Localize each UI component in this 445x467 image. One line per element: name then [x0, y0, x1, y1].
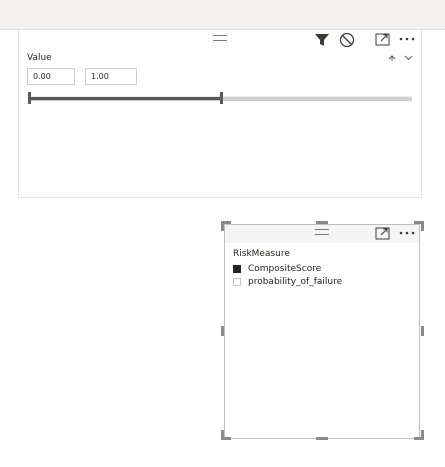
checkbox[interactable]: [233, 278, 241, 286]
focus-mode-icon[interactable]: [375, 227, 390, 240]
risk-measure-slicer[interactable]: RiskMeasure CompositeScore probability_o…: [224, 224, 420, 439]
list-item-label: CompositeScore: [248, 264, 322, 274]
resize-handle-top-left[interactable]: [221, 221, 224, 231]
focus-mode-icon[interactable]: [375, 33, 390, 46]
list-item[interactable]: probability_of_failure: [233, 276, 342, 288]
slider-max-handle[interactable]: [219, 92, 223, 104]
top-bar: [0, 0, 445, 30]
slicer-title: Value: [27, 53, 52, 63]
slicer-title: RiskMeasure: [233, 249, 290, 259]
slider-min-handle[interactable]: [28, 92, 31, 104]
value-slicer[interactable]: Value: [18, 30, 422, 198]
more-options-icon[interactable]: [399, 37, 415, 41]
eraser-icon[interactable]: [387, 53, 397, 63]
more-options-icon[interactable]: [399, 231, 415, 235]
resize-handle-right[interactable]: [421, 326, 424, 336]
resize-handle-left[interactable]: [221, 326, 224, 336]
chevron-down-icon[interactable]: [404, 55, 413, 61]
resize-handle-bottom-left[interactable]: [221, 430, 224, 440]
list-item-label: probability_of_failure: [248, 277, 343, 287]
range-min-input[interactable]: [27, 68, 75, 85]
clear-selections-icon[interactable]: [339, 32, 355, 48]
drag-grip[interactable]: [213, 35, 227, 41]
filter-icon[interactable]: [314, 33, 330, 47]
resize-handle-top[interactable]: [316, 221, 328, 224]
drag-grip[interactable]: [315, 229, 329, 235]
range-max-input[interactable]: [85, 68, 137, 85]
resize-handle-bottom-right[interactable]: [421, 430, 424, 440]
slider-range-fill: [29, 97, 221, 100]
checkbox[interactable]: [233, 265, 241, 273]
list-item[interactable]: CompositeScore: [233, 263, 321, 275]
resize-handle-top-right[interactable]: [421, 221, 424, 231]
resize-handle-bottom[interactable]: [316, 437, 328, 440]
